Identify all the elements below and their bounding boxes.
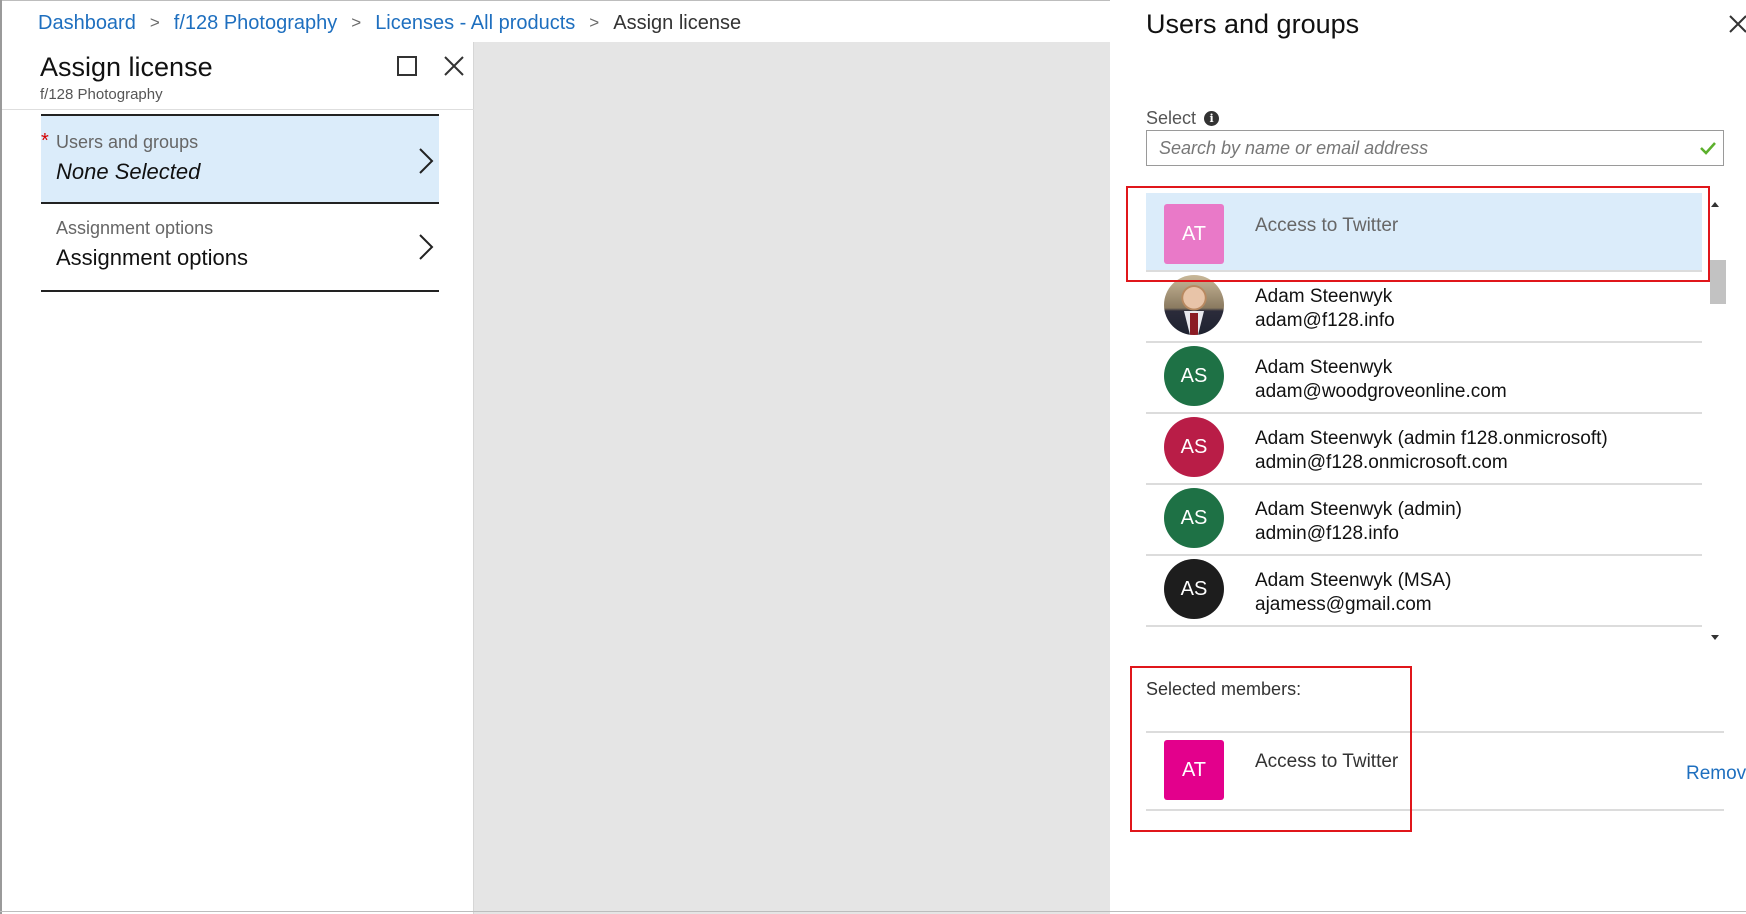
avatar: AS [1164,488,1224,548]
breadcrumb: Dashboard > f/128 Photography > Licenses… [38,8,741,38]
list-item-name: Adam Steenwyk (MSA) [1255,570,1452,591]
menu-item-value: None Selected [56,159,201,184]
checkmark-icon [1700,142,1716,155]
close-icon[interactable] [1726,12,1746,36]
chevron-right-icon [419,148,434,174]
menu-item-label: Assignment options [56,218,214,238]
avatar-initials: AS [1180,364,1208,387]
avatar-initials: AT [1181,758,1207,781]
breadcrumb-organization[interactable]: f/128 Photography [174,12,337,35]
window-bottom-border [0,911,1746,912]
blade-title: Assign license [40,52,213,82]
blade-header: Assign license f/128 Photography [2,42,474,110]
users-and-groups-panel: Users and groups Select i AT Access to T… [1110,0,1746,914]
menu-item-assignment-options[interactable]: Assignment options Assignment options [41,202,439,292]
scroll-up-arrow-icon[interactable] [1704,196,1726,212]
list-item-user[interactable]: AS Adam Steenwyk (admin) admin@f128.info [1146,477,1702,556]
list-item-email: adam@woodgroveonline.com [1255,381,1507,402]
required-indicator: * [41,130,49,152]
breadcrumb-licenses[interactable]: Licenses - All products [375,12,575,35]
avatar: AS [1164,559,1224,619]
avatar: AS [1164,346,1224,406]
list-item-email: adam@f128.info [1255,310,1395,331]
list-item-user[interactable]: AS Adam Steenwyk (admin f128.onmicrosoft… [1146,406,1702,485]
avatar-initials: AS [1180,506,1208,529]
avatar-photo-tie [1190,313,1198,335]
menu-item-label: Users and groups [56,132,199,152]
selected-member-row: AT Access to Twitter Remove [1146,733,1746,811]
scroll-down-arrow-icon[interactable] [1704,630,1726,646]
list-item-access-to-twitter[interactable]: AT Access to Twitter [1146,193,1702,272]
avatar: AS [1164,417,1224,477]
list-item-name: Adam Steenwyk [1255,357,1393,378]
avatar-initials: AT [1181,222,1207,245]
avatar: AT [1164,204,1224,264]
select-label: Select i [1146,108,1220,129]
search-input[interactable] [1147,131,1687,165]
maximize-icon[interactable] [397,56,417,76]
panel-title: Users and groups [1146,9,1360,39]
list-item-email: admin@f128.onmicrosoft.com [1255,452,1508,473]
breadcrumb-separator: > [351,13,362,32]
selected-member-name: Access to Twitter [1255,751,1399,772]
select-label-text: Select [1146,108,1197,128]
breadcrumb-separator: > [149,13,160,32]
menu-item-value: Assignment options [56,245,248,270]
scrollbar-thumb[interactable] [1710,260,1726,304]
breadcrumb-dashboard[interactable]: Dashboard [38,12,136,35]
menu-item-users-and-groups[interactable]: * Users and groups None Selected [41,114,439,204]
list-item-name: Access to Twitter [1255,215,1399,236]
list-item-email: ajamess@gmail.com [1255,594,1432,615]
avatar-photo [1164,275,1224,335]
blade-canvas-background [474,42,1110,914]
remove-button[interactable]: Remove [1686,763,1746,785]
blade-subtitle: f/128 Photography [40,86,163,103]
list-item-name: Adam Steenwyk (admin) [1255,499,1462,520]
info-icon[interactable]: i [1204,111,1220,126]
assign-license-blade: Assign license f/128 Photography * Users… [2,42,474,914]
chevron-right-icon [419,234,434,260]
close-icon[interactable] [440,52,468,80]
list-item-email: admin@f128.info [1255,523,1399,544]
avatar: AT [1164,740,1224,800]
avatar-initials: AS [1180,435,1208,458]
list-item-user[interactable]: AS Adam Steenwyk adam@woodgroveonline.co… [1146,335,1702,414]
avatar-initials: AS [1180,577,1208,600]
breadcrumb-current: Assign license [613,11,742,34]
list-item-name: Adam Steenwyk [1255,286,1393,307]
selected-members-label: Selected members: [1146,679,1302,699]
user-list: AT Access to Twitter Adam Steenwyk adam@… [1146,193,1702,650]
search-field [1146,130,1724,166]
list-item-user[interactable]: AS Adam Steenwyk (MSA) ajamess@gmail.com [1146,548,1702,627]
breadcrumb-separator: > [589,13,600,32]
list-item-user[interactable]: Adam Steenwyk adam@f128.info [1146,264,1702,343]
list-item-name: Adam Steenwyk (admin f128.onmicrosoft) [1255,428,1608,449]
list-scrollbar[interactable] [1704,196,1726,650]
